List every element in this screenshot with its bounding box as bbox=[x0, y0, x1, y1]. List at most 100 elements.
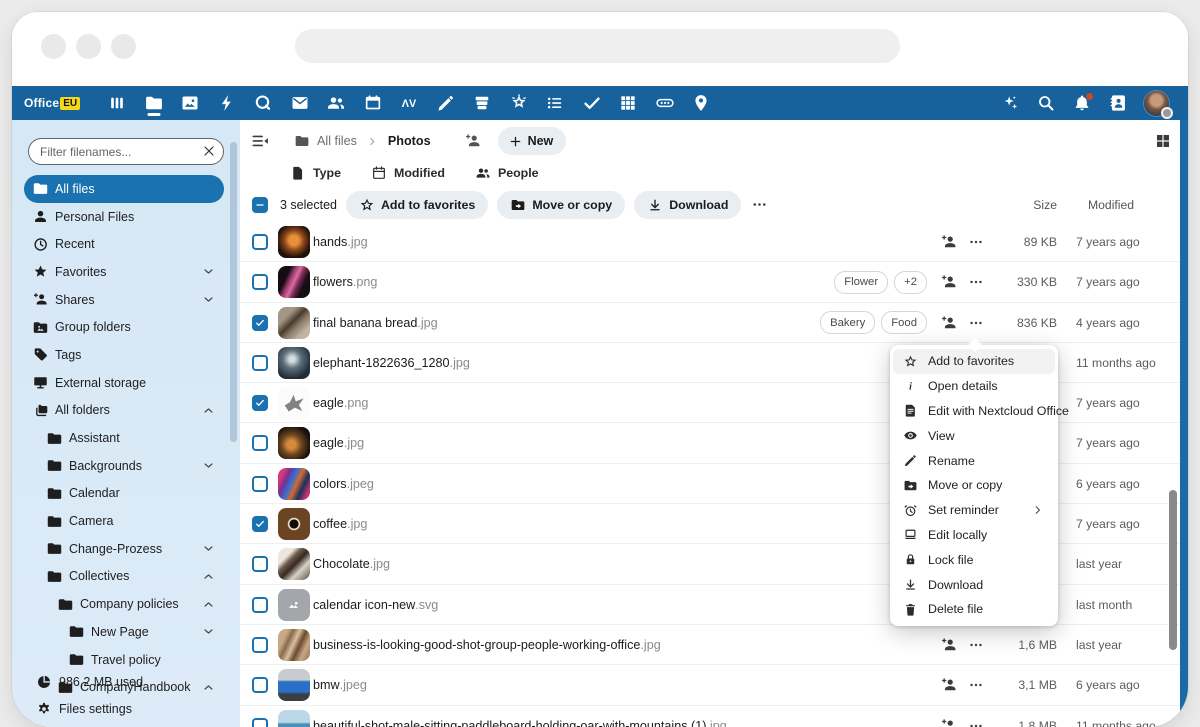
file-name[interactable]: hands.jpg bbox=[313, 222, 368, 262]
app-tasks[interactable] bbox=[545, 86, 565, 120]
file-tag[interactable]: Bakery bbox=[820, 311, 875, 334]
sidebar-item-collectives[interactable]: Collectives bbox=[24, 563, 224, 591]
file-name[interactable]: elephant-1822636_1280.jpg bbox=[313, 343, 470, 383]
row-actions-button[interactable] bbox=[968, 274, 984, 290]
file-tag[interactable]: Food bbox=[881, 311, 927, 334]
chevron-down-icon[interactable] bbox=[201, 264, 216, 279]
chevron-up-icon[interactable] bbox=[201, 403, 216, 418]
row-checkbox[interactable] bbox=[252, 476, 268, 492]
quota-indicator[interactable]: 986,2 MB used bbox=[12, 668, 240, 696]
app-calendar[interactable] bbox=[363, 86, 383, 120]
sidebar-item-change-prozess[interactable]: Change-Prozess bbox=[24, 535, 224, 563]
app-checks[interactable] bbox=[582, 86, 602, 120]
menu-item-view[interactable]: View bbox=[893, 423, 1055, 448]
file-row[interactable]: final banana bread.jpgBakeryFood836 KB4 … bbox=[240, 303, 1188, 343]
file-row[interactable]: business-is-looking-good-shot-group-peop… bbox=[240, 625, 1188, 665]
row-checkbox[interactable] bbox=[252, 556, 268, 572]
assistant[interactable] bbox=[1000, 86, 1020, 120]
row-actions-button[interactable] bbox=[968, 718, 984, 727]
file-name[interactable]: eagle.png bbox=[313, 383, 368, 423]
selection-more-actions-button[interactable] bbox=[751, 196, 768, 213]
chevron-down-icon[interactable] bbox=[201, 292, 216, 307]
row-checkbox[interactable] bbox=[252, 597, 268, 613]
breadcrumb-root[interactable]: All files bbox=[317, 134, 357, 148]
app-logo[interactable]: Office EU bbox=[24, 96, 80, 110]
column-header-modified[interactable]: Modified bbox=[1088, 190, 1134, 219]
sidebar-item-backgrounds[interactable]: Backgrounds bbox=[24, 452, 224, 480]
filter-chip-type[interactable]: Type bbox=[290, 165, 341, 181]
app-maps[interactable] bbox=[691, 86, 711, 120]
file-name[interactable]: colors.jpeg bbox=[313, 464, 374, 504]
sidebar-item-calendar[interactable]: Calendar bbox=[24, 480, 224, 508]
row-checkbox[interactable] bbox=[252, 637, 268, 653]
chevron-down-icon[interactable] bbox=[201, 541, 216, 556]
new-button[interactable]: New bbox=[498, 127, 567, 155]
sidebar-item-recent[interactable]: Recent bbox=[24, 230, 224, 258]
row-checkbox[interactable] bbox=[252, 435, 268, 451]
menu-item-lock-file[interactable]: Lock file bbox=[893, 547, 1055, 572]
app-deck[interactable] bbox=[472, 86, 492, 120]
app-office[interactable]: ΛV bbox=[399, 86, 419, 120]
window-control-dot[interactable] bbox=[41, 34, 66, 59]
row-checkbox[interactable] bbox=[252, 355, 268, 371]
menu-item-delete-file[interactable]: Delete file bbox=[893, 597, 1055, 622]
row-checkbox[interactable] bbox=[252, 315, 268, 331]
sidebar-item-camera[interactable]: Camera bbox=[24, 507, 224, 535]
app-ocs[interactable] bbox=[655, 86, 675, 120]
row-actions-button[interactable] bbox=[968, 677, 984, 693]
file-row[interactable]: hands.jpg89 KB7 years ago bbox=[240, 222, 1188, 262]
files-settings-button[interactable]: Files settings bbox=[12, 696, 240, 724]
file-tag[interactable]: Flower bbox=[834, 271, 888, 294]
app-notes[interactable] bbox=[436, 86, 456, 120]
menu-item-open-details[interactable]: iOpen details bbox=[893, 374, 1055, 399]
sidebar-item-favorites[interactable]: Favorites bbox=[24, 258, 224, 286]
collapse-sidebar-button[interactable] bbox=[250, 131, 270, 151]
row-actions-button[interactable] bbox=[968, 637, 984, 653]
menu-item-set-reminder[interactable]: Set reminder bbox=[893, 498, 1055, 523]
share-button[interactable] bbox=[940, 636, 958, 654]
sidebar-item-personal-files[interactable]: Personal Files bbox=[24, 203, 224, 231]
file-name[interactable]: beautiful-shot-male-sitting-paddleboard-… bbox=[313, 706, 727, 727]
app-collectives[interactable] bbox=[509, 86, 529, 120]
content-scrollbar[interactable] bbox=[1180, 120, 1188, 727]
app-files[interactable] bbox=[144, 86, 164, 120]
action-move-or-copy-button[interactable]: Move or copy bbox=[497, 191, 625, 219]
clear-filter-icon[interactable] bbox=[201, 143, 217, 159]
share-button[interactable] bbox=[940, 676, 958, 694]
file-name[interactable]: coffee.jpg bbox=[313, 504, 367, 544]
file-name[interactable]: flowers.png bbox=[313, 262, 377, 302]
file-tag[interactable]: +2 bbox=[894, 271, 927, 294]
share-button[interactable] bbox=[940, 314, 958, 332]
menu-item-edit-locally[interactable]: Edit locally bbox=[893, 523, 1055, 548]
row-checkbox[interactable] bbox=[252, 516, 268, 532]
filter-chip-modified[interactable]: Modified bbox=[371, 165, 445, 181]
window-control-dot[interactable] bbox=[76, 34, 101, 59]
row-checkbox[interactable] bbox=[252, 274, 268, 290]
share-button[interactable] bbox=[940, 273, 958, 291]
sidebar-item-company-policies[interactable]: Company policies bbox=[24, 590, 224, 618]
action-add-to-favorites-button[interactable]: Add to favorites bbox=[346, 191, 488, 219]
app-switcher[interactable] bbox=[107, 86, 127, 120]
contacts-menu[interactable] bbox=[1108, 86, 1128, 120]
chevron-down-icon[interactable] bbox=[201, 458, 216, 473]
app-photos[interactable] bbox=[180, 86, 200, 120]
row-actions-button[interactable] bbox=[968, 315, 984, 331]
sidebar-item-assistant[interactable]: Assistant bbox=[24, 424, 224, 452]
file-name[interactable]: bmw.jpeg bbox=[313, 665, 367, 705]
sidebar-scrollbar[interactable] bbox=[230, 142, 237, 442]
row-checkbox[interactable] bbox=[252, 234, 268, 250]
file-name[interactable]: eagle.jpg bbox=[313, 423, 364, 463]
window-control-dot[interactable] bbox=[111, 34, 136, 59]
select-all-checkbox[interactable] bbox=[252, 197, 268, 213]
address-bar[interactable] bbox=[295, 29, 900, 63]
file-name[interactable]: Chocolate.jpg bbox=[313, 544, 390, 584]
chevron-down-icon[interactable] bbox=[201, 624, 216, 639]
menu-item-edit-with-nextcloud-office[interactable]: Edit with Nextcloud Office bbox=[893, 399, 1055, 424]
app-talk[interactable] bbox=[253, 86, 273, 120]
row-checkbox[interactable] bbox=[252, 718, 268, 727]
app-contacts[interactable] bbox=[326, 86, 346, 120]
filter-filenames-input[interactable] bbox=[28, 138, 224, 165]
sidebar-item-all-folders[interactable]: All folders bbox=[24, 397, 224, 425]
share-button[interactable] bbox=[940, 233, 958, 251]
file-name[interactable]: final banana bread.jpg bbox=[313, 303, 438, 343]
